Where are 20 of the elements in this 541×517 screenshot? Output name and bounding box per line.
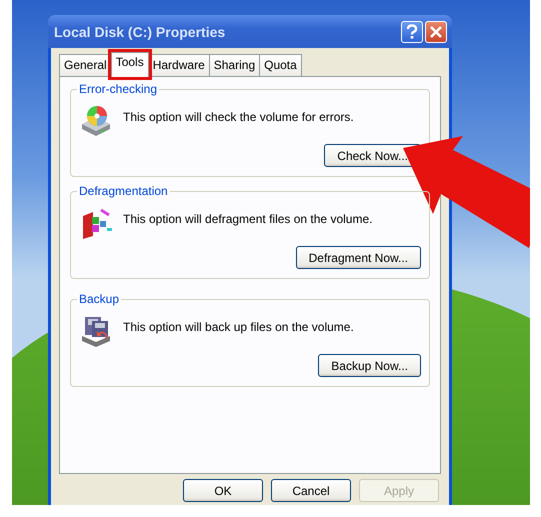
- close-icon: [429, 24, 443, 38]
- tab[interactable]: Sharing: [208, 54, 260, 76]
- tab[interactable]: Quota: [259, 54, 302, 76]
- help-icon: [405, 24, 419, 40]
- close-button[interactable]: [425, 20, 447, 42]
- group-title: Error-checking: [77, 82, 160, 96]
- dialog-button[interactable]: Cancel: [271, 479, 351, 502]
- description-text: This option will check the volume for errors.: [123, 110, 355, 125]
- help-button[interactable]: [401, 20, 423, 42]
- tab[interactable]: Tools: [110, 52, 149, 77]
- dialog-button[interactable]: OK: [183, 479, 263, 502]
- disk-check-icon: [79, 104, 113, 138]
- description-text: This option will back up files on the volume.: [123, 320, 355, 335]
- window-title: Local Disk (C:) Properties: [54, 24, 226, 40]
- description-text: This option will defragment files on the volume.: [123, 212, 374, 227]
- action-button[interactable]: Backup Now...: [318, 354, 421, 377]
- group-title: Defragmentation: [77, 184, 170, 198]
- action-button[interactable]: Defragment Now...: [296, 246, 421, 269]
- group-title: Backup: [77, 292, 122, 306]
- backup-icon: [79, 314, 113, 348]
